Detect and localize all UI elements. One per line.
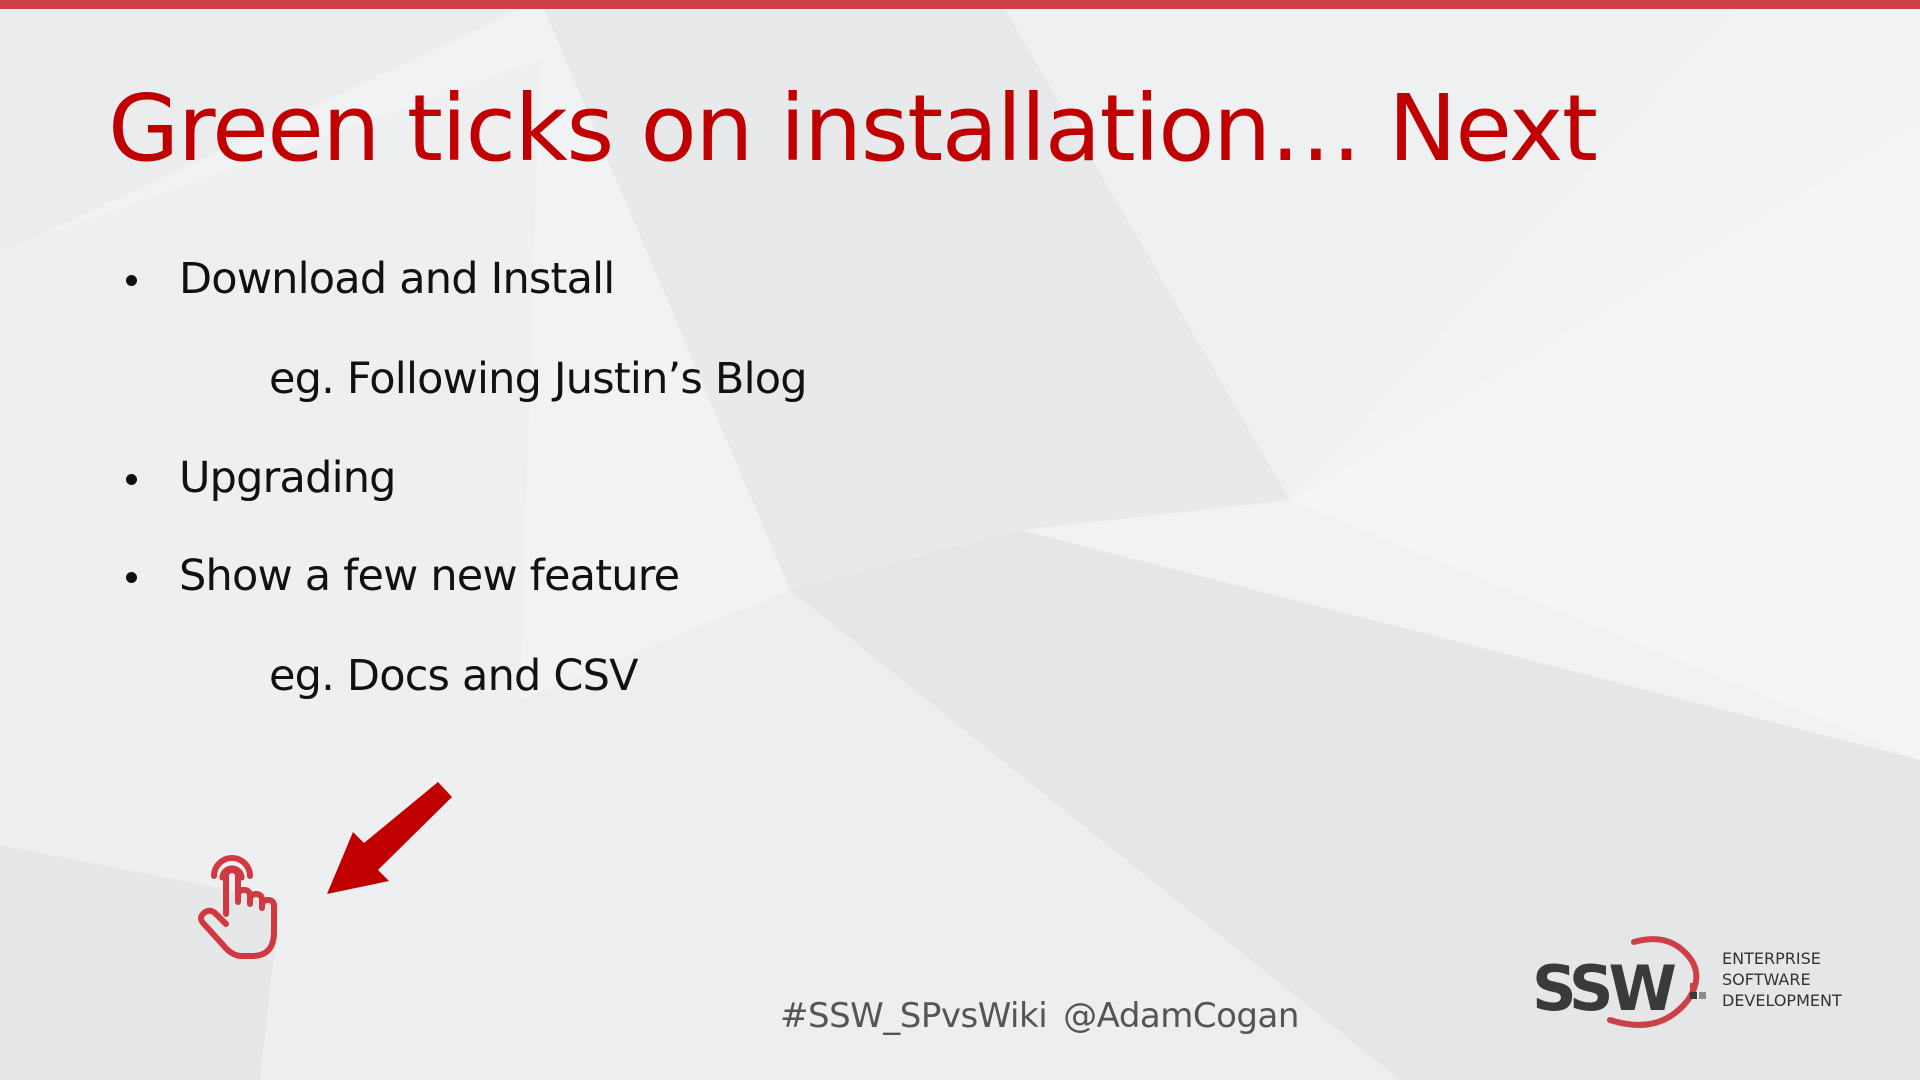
bullet-text: Upgrading <box>179 453 396 503</box>
footer-handle: @AdamCogan <box>1063 996 1299 1036</box>
sub-bullet-item: eg. Docs and CSV <box>269 655 639 698</box>
ssw-logo: SSW ENTERPRISE SOFTWARE DEVELOPMENT <box>1530 930 1850 1030</box>
bullet-dot <box>126 474 137 485</box>
bullet-item: Download and Install <box>126 258 615 301</box>
sub-bullet-text: eg. Following Justin’s Blog <box>269 354 808 404</box>
bullet-dot <box>126 572 137 583</box>
pointing-hand-icon <box>198 855 277 959</box>
bullet-item: Upgrading <box>126 457 396 500</box>
bullet-item: Show a few new feature <box>126 555 680 598</box>
sub-bullet-text: eg. Docs and CSV <box>269 651 639 701</box>
arrow-down-left-icon <box>327 782 452 894</box>
bullet-dot <box>126 275 137 286</box>
sub-bullet-item: eg. Following Justin’s Blog <box>269 358 808 401</box>
slide-footer: #SSW_SPvsWiki @AdamCogan <box>780 996 1299 1036</box>
bullet-text: Show a few new feature <box>179 551 680 601</box>
logo-tagline-line: ENTERPRISE <box>1722 949 1821 968</box>
logo-wordmark: SSW <box>1532 952 1677 1025</box>
logo-tagline: ENTERPRISE SOFTWARE DEVELOPMENT <box>1722 948 1842 1011</box>
logo-tagline-line: DEVELOPMENT <box>1722 991 1842 1010</box>
bullet-text: Download and Install <box>179 254 615 304</box>
footer-hashtag: #SSW_SPvsWiki <box>780 996 1048 1036</box>
logo-tagline-line: SOFTWARE <box>1722 970 1811 989</box>
